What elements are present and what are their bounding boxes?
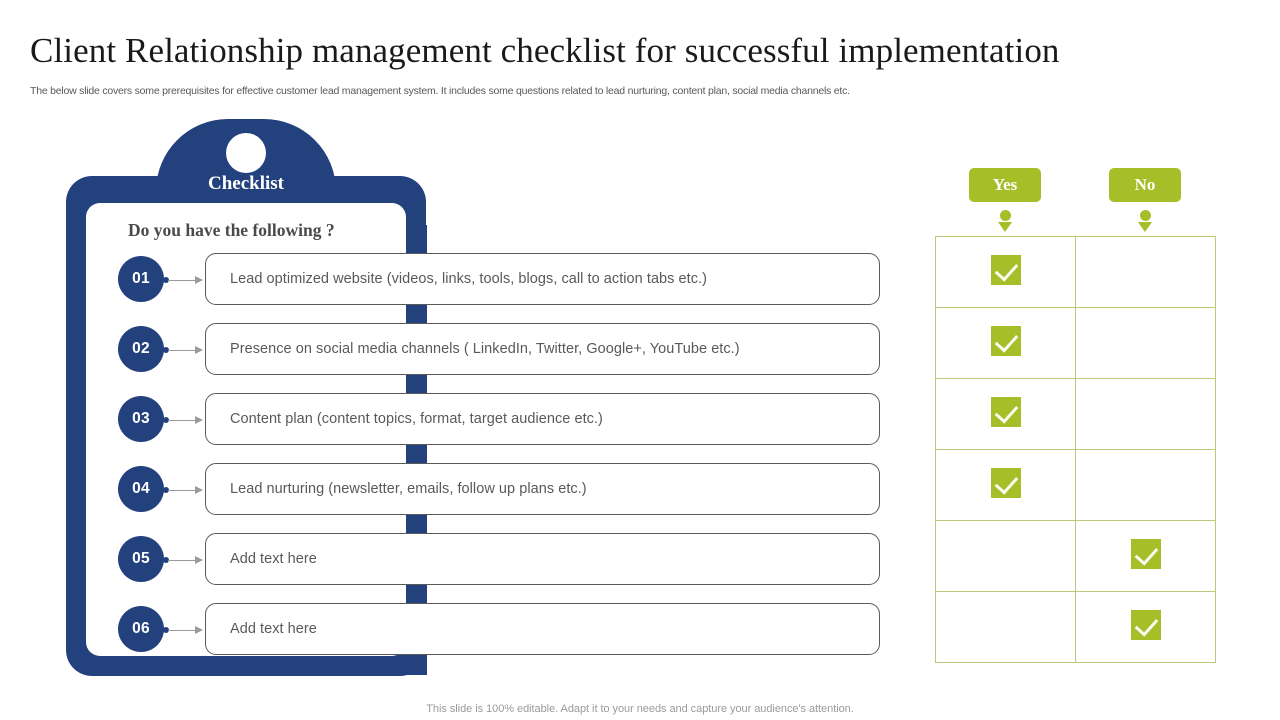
check-icon xyxy=(990,325,1021,356)
answer-row xyxy=(935,520,1216,592)
connector-arrow-icon xyxy=(163,276,205,284)
checklist-row-text[interactable]: Add text here xyxy=(205,533,880,585)
answer-cell-yes[interactable] xyxy=(935,520,1076,592)
answer-cell-no[interactable] xyxy=(1075,449,1216,521)
answer-row xyxy=(935,307,1216,379)
answer-cell-no[interactable] xyxy=(1075,307,1216,379)
checklist-row-text[interactable]: Content plan (content topics, format, ta… xyxy=(205,393,880,445)
checklist-row: 05 Add text here xyxy=(118,533,880,585)
checklist-row: 02 Presence on social media channels ( Li… xyxy=(118,323,880,375)
yes-arrow-down-icon xyxy=(998,222,1012,232)
answer-cell-yes[interactable] xyxy=(935,449,1076,521)
check-icon xyxy=(990,396,1021,427)
answer-cell-no[interactable] xyxy=(1075,520,1216,592)
check-icon xyxy=(990,254,1021,285)
connector-arrow-icon xyxy=(163,486,205,494)
connector-arrow-icon xyxy=(163,556,205,564)
checklist-row: 06 Add text here xyxy=(118,603,880,655)
checklist-row-text[interactable]: Presence on social media channels ( Link… xyxy=(205,323,880,375)
yes-header-button[interactable]: Yes xyxy=(969,168,1041,202)
answer-cell-yes[interactable] xyxy=(935,236,1076,308)
answer-row xyxy=(935,449,1216,521)
check-icon xyxy=(1130,609,1161,640)
checklist-row-text[interactable]: Add text here xyxy=(205,603,880,655)
connector-arrow-icon xyxy=(163,626,205,634)
clipboard-question: Do you have the following ? xyxy=(128,220,335,240)
answer-cell-no[interactable] xyxy=(1075,236,1216,308)
answer-cell-no[interactable] xyxy=(1075,378,1216,450)
answer-cell-yes[interactable] xyxy=(935,378,1076,450)
answer-cell-no[interactable] xyxy=(1075,591,1216,663)
answer-row xyxy=(935,591,1216,663)
check-icon xyxy=(990,467,1021,498)
checklist-row-text[interactable]: Lead nurturing (newsletter, emails, foll… xyxy=(205,463,880,515)
answer-cell-yes[interactable] xyxy=(935,307,1076,379)
no-arrow-down-icon xyxy=(1138,222,1152,232)
connector-arrow-icon xyxy=(163,346,205,354)
checklist-row: 04 Lead nurturing (newsletter, emails, fo… xyxy=(118,463,880,515)
checklist-row-number: 05 xyxy=(118,536,164,582)
answer-row xyxy=(935,236,1216,308)
answer-cell-yes[interactable] xyxy=(935,591,1076,663)
checklist-row-number: 01 xyxy=(118,256,164,302)
check-icon xyxy=(1130,538,1161,569)
checklist-row-number: 03 xyxy=(118,396,164,442)
checklist-row-number: 02 xyxy=(118,326,164,372)
answer-table xyxy=(935,236,1216,663)
answer-headers: Yes No xyxy=(935,168,1217,236)
connector-arrow-icon xyxy=(163,416,205,424)
yes-dot-icon xyxy=(999,210,1011,221)
checklist-row-number: 06 xyxy=(118,606,164,652)
no-dot-icon xyxy=(1139,210,1151,221)
no-header-button[interactable]: No xyxy=(1109,168,1181,202)
checklist-row-number: 04 xyxy=(118,466,164,512)
answer-row xyxy=(935,378,1216,450)
checklist-row: 03 Content plan (content topics, format, … xyxy=(118,393,880,445)
checklist-row-text[interactable]: Lead optimized website (videos, links, t… xyxy=(205,253,880,305)
checklist-row: 01 Lead optimized website (videos, links,… xyxy=(118,253,880,305)
